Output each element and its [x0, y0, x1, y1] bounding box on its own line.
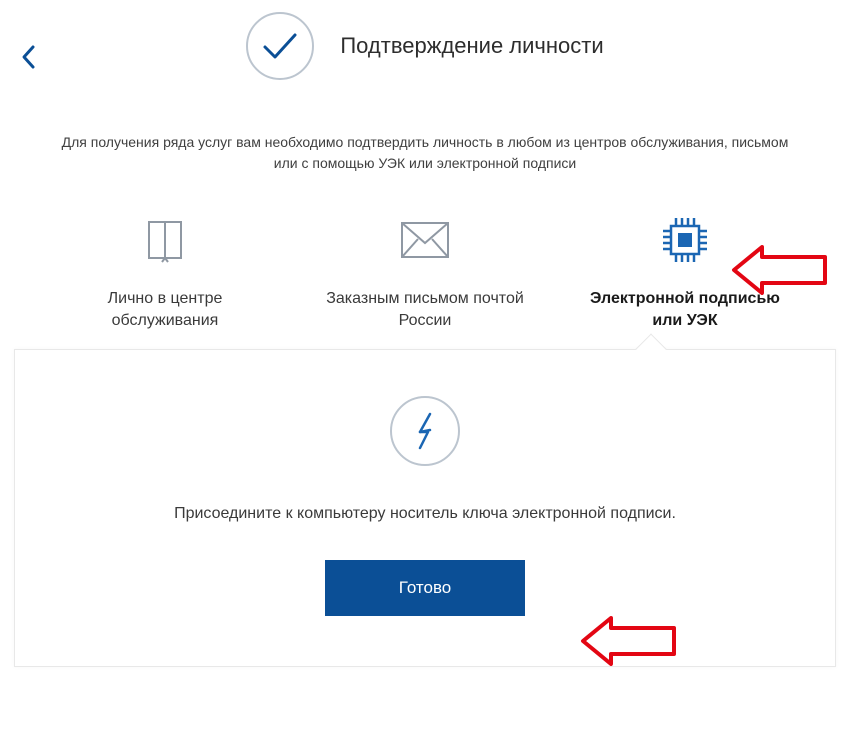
- annotation-arrow-icon: [579, 616, 679, 666]
- envelope-icon: [325, 210, 525, 270]
- instruction-panel: Присоедините к компьютеру носитель ключа…: [14, 349, 836, 667]
- page-header: Подтверждение личности: [0, 12, 850, 80]
- option-in-person[interactable]: Лично в центре обслуживания: [65, 210, 265, 331]
- book-icon: [65, 210, 265, 270]
- option-label: Лично в центре обслуживания: [65, 288, 265, 331]
- annotation-arrow-icon: [730, 245, 830, 295]
- page-title: Подтверждение личности: [340, 33, 603, 59]
- ready-button[interactable]: Готово: [325, 560, 526, 616]
- option-by-mail[interactable]: Заказным письмом почтой России: [325, 210, 525, 331]
- back-button[interactable]: [20, 44, 38, 75]
- chevron-left-icon: [20, 44, 38, 70]
- subtitle-text: Для получения ряда услуг вам необходимо …: [0, 132, 850, 174]
- option-label: Заказным письмом почтой России: [325, 288, 525, 331]
- instruction-text: Присоедините к компьютеру носитель ключа…: [45, 502, 805, 526]
- verification-options: Лично в центре обслуживания Заказным пис…: [0, 210, 850, 331]
- lightning-circle-icon: [390, 396, 460, 466]
- check-circle-icon: [246, 12, 314, 80]
